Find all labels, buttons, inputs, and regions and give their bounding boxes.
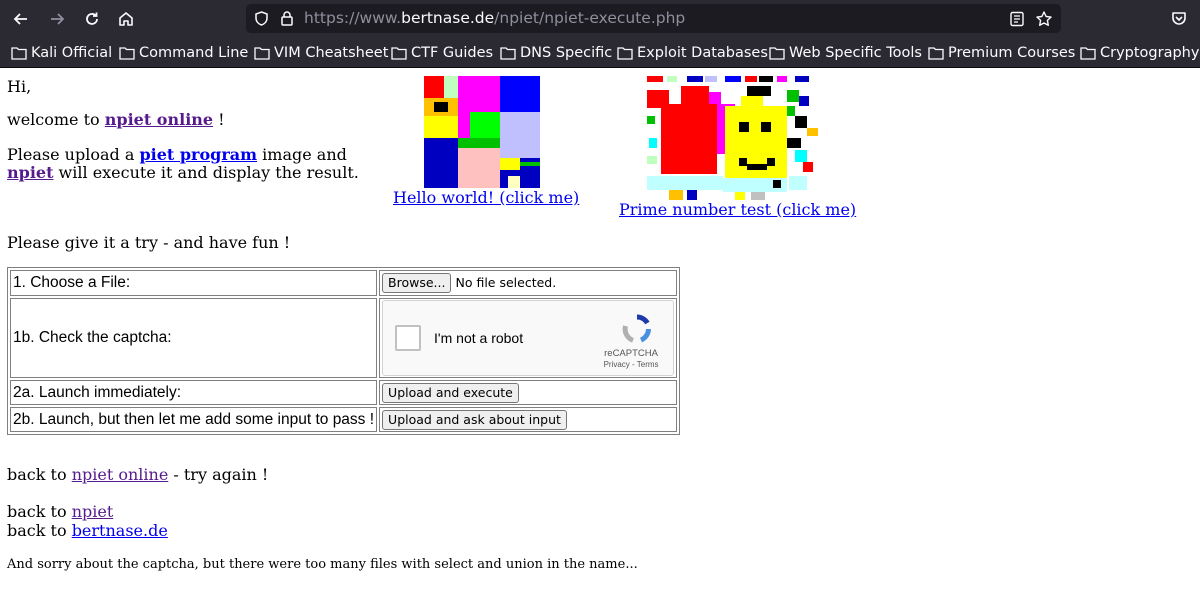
folder-icon [928, 47, 944, 60]
try-text: Please give it a try - and have fun ! [7, 233, 291, 252]
folder-icon [769, 47, 785, 60]
bookmark-label: Cryptography [1100, 45, 1200, 61]
folder-icon [11, 47, 27, 60]
file-input-cell: Browse... No file selected. [379, 270, 678, 296]
tracking-protection-icon[interactable] [253, 10, 270, 27]
folder-icon [391, 47, 407, 60]
upload-ask-input-button[interactable]: Upload and ask about input [382, 409, 567, 430]
upload-execute-button[interactable]: Upload and execute [382, 382, 519, 403]
no-file-text: No file selected. [455, 275, 557, 290]
url-host: bertnase.de [401, 9, 495, 27]
back-npiet-line: back to npiet [7, 502, 113, 521]
folder-icon [617, 47, 633, 60]
arrow-left-icon [13, 13, 27, 25]
arrow-right-icon [51, 13, 65, 25]
recaptcha-logo-icon [622, 314, 652, 343]
browse-button[interactable]: Browse... [382, 273, 452, 293]
bookmark-premium-courses[interactable]: Premium Courses [928, 44, 1075, 62]
prime-number-piet-image[interactable] [647, 76, 818, 200]
folder-icon [500, 47, 516, 60]
folder-icon [254, 47, 270, 60]
table-row: 2b. Launch, but then let me add some inp… [10, 407, 678, 432]
back-bertnase-line: back to bertnase.de [7, 521, 168, 540]
recaptcha-terms[interactable]: Privacy - Terms [591, 360, 671, 369]
back-prefix: back to [7, 521, 67, 540]
back-online-line: back to npiet online - try again ! [7, 465, 268, 484]
npiet-online-link[interactable]: npiet online [105, 110, 213, 129]
bookmark-label: Kali Official [31, 45, 113, 61]
bookmark-kali-official[interactable]: Kali Official [11, 44, 112, 62]
bookmark-cryptography[interactable]: Cryptography [1080, 44, 1199, 62]
npiet-link[interactable]: npiet [7, 163, 53, 182]
url-text[interactable]: https://www.bertnase.de/npiet/npiet-exec… [304, 9, 685, 27]
bookmark-ctf-guides[interactable]: CTF Guides [391, 44, 493, 62]
bookmark-label: Exploit Databases [637, 45, 768, 61]
page-content: Hi, welcome to npiet online ! Please upl… [0, 68, 1200, 608]
bookmark-web-specific-tools[interactable]: Web Specific Tools [769, 44, 922, 62]
bookmark-dns-specific[interactable]: DNS Specific [500, 44, 612, 62]
back-npiet-link[interactable]: npiet [72, 502, 114, 521]
execute-cell: Upload and execute [379, 380, 678, 405]
back-prefix: back to [7, 465, 67, 484]
back-npiet-online-link[interactable]: npiet online [72, 465, 169, 484]
bookmark-label: Web Specific Tools [789, 45, 922, 61]
lock-icon[interactable] [279, 10, 295, 27]
bookmark-label: VIM Cheatsheet [274, 45, 389, 61]
home-button[interactable] [113, 6, 139, 32]
bookmark-label: Premium Courses [948, 45, 1076, 61]
try-again-text: - try again ! [168, 465, 269, 484]
greeting-text: Hi, [7, 77, 32, 96]
reader-view-icon[interactable] [1009, 11, 1025, 27]
welcome-text: welcome to [7, 110, 100, 129]
browser-toolbar: https://www.bertnase.de/npiet/npiet-exec… [0, 0, 1200, 38]
bookmark-command-line[interactable]: Command Line [119, 44, 248, 62]
prime-number-link[interactable]: Prime number test (click me) [619, 200, 856, 219]
hello-world-piet-image[interactable] [424, 76, 540, 188]
hello-world-link[interactable]: Hello world! (click me) [393, 188, 579, 207]
upload-suffix: image and [257, 145, 347, 164]
upload-form-table: 1. Choose a File: Browse... No file selec… [7, 267, 681, 435]
sorry-text: And sorry about the captcha, but there w… [7, 557, 638, 572]
reload-icon [86, 12, 98, 25]
captcha-checkbox[interactable] [395, 325, 422, 351]
bookmarks-toolbar: Kali Official Command Line VIM Cheatshee… [0, 38, 1200, 68]
bookmark-label: DNS Specific [520, 45, 613, 61]
launch-immediately-label: 2a. Launch immediately: [10, 380, 378, 405]
bookmark-label: Command Line [139, 45, 249, 61]
pocket-icon[interactable] [1170, 10, 1188, 28]
home-icon [119, 12, 133, 26]
back-button[interactable] [8, 6, 34, 32]
back-prefix: back to [7, 502, 67, 521]
launch-with-input-label: 2b. Launch, but then let me add some inp… [10, 407, 378, 432]
folder-icon [1080, 47, 1096, 60]
bookmark-star-icon[interactable] [1035, 10, 1053, 28]
bookmark-vim-cheatsheet[interactable]: VIM Cheatsheet [254, 44, 388, 62]
piet-program-link[interactable]: piet program [139, 145, 257, 164]
execute-line: npiet will execute it and display the re… [7, 163, 359, 182]
upload-text: Please upload a [7, 145, 135, 164]
recaptcha-brand: reCAPTCHA [604, 348, 658, 359]
captcha-cell: I'm not a robot reCAPTCHA Privacy - Term… [379, 298, 678, 378]
welcome-suffix: ! [213, 110, 225, 129]
table-row: 2a. Launch immediately: Upload and execu… [10, 380, 678, 405]
execute-text: will execute it and display the result. [53, 163, 359, 182]
captcha-prompt: I'm not a robot [434, 330, 524, 346]
back-bertnase-link[interactable]: bertnase.de [72, 521, 168, 540]
folder-icon [119, 47, 135, 60]
table-row: 1. Choose a File: Browse... No file selec… [10, 270, 678, 296]
url-path: /npiet/npiet-execute.php [494, 9, 686, 27]
welcome-line: welcome to npiet online ! [7, 110, 225, 129]
ask-input-cell: Upload and ask about input [379, 407, 678, 432]
recaptcha-widget: I'm not a robot reCAPTCHA Privacy - Term… [382, 300, 675, 376]
url-prefix: https://www. [304, 9, 402, 27]
captcha-label: 1b. Check the captcha: [10, 298, 378, 378]
bookmark-exploit-databases[interactable]: Exploit Databases [617, 44, 768, 62]
forward-button[interactable] [44, 6, 70, 32]
bookmark-label: CTF Guides [411, 45, 494, 61]
choose-file-label: 1. Choose a File: [10, 270, 378, 296]
url-bar[interactable]: https://www.bertnase.de/npiet/npiet-exec… [246, 4, 1061, 33]
reload-button[interactable] [79, 6, 105, 32]
table-row: 1b. Check the captcha: I'm not a robot r… [10, 298, 678, 378]
upload-line: Please upload a piet program image and [7, 145, 347, 164]
